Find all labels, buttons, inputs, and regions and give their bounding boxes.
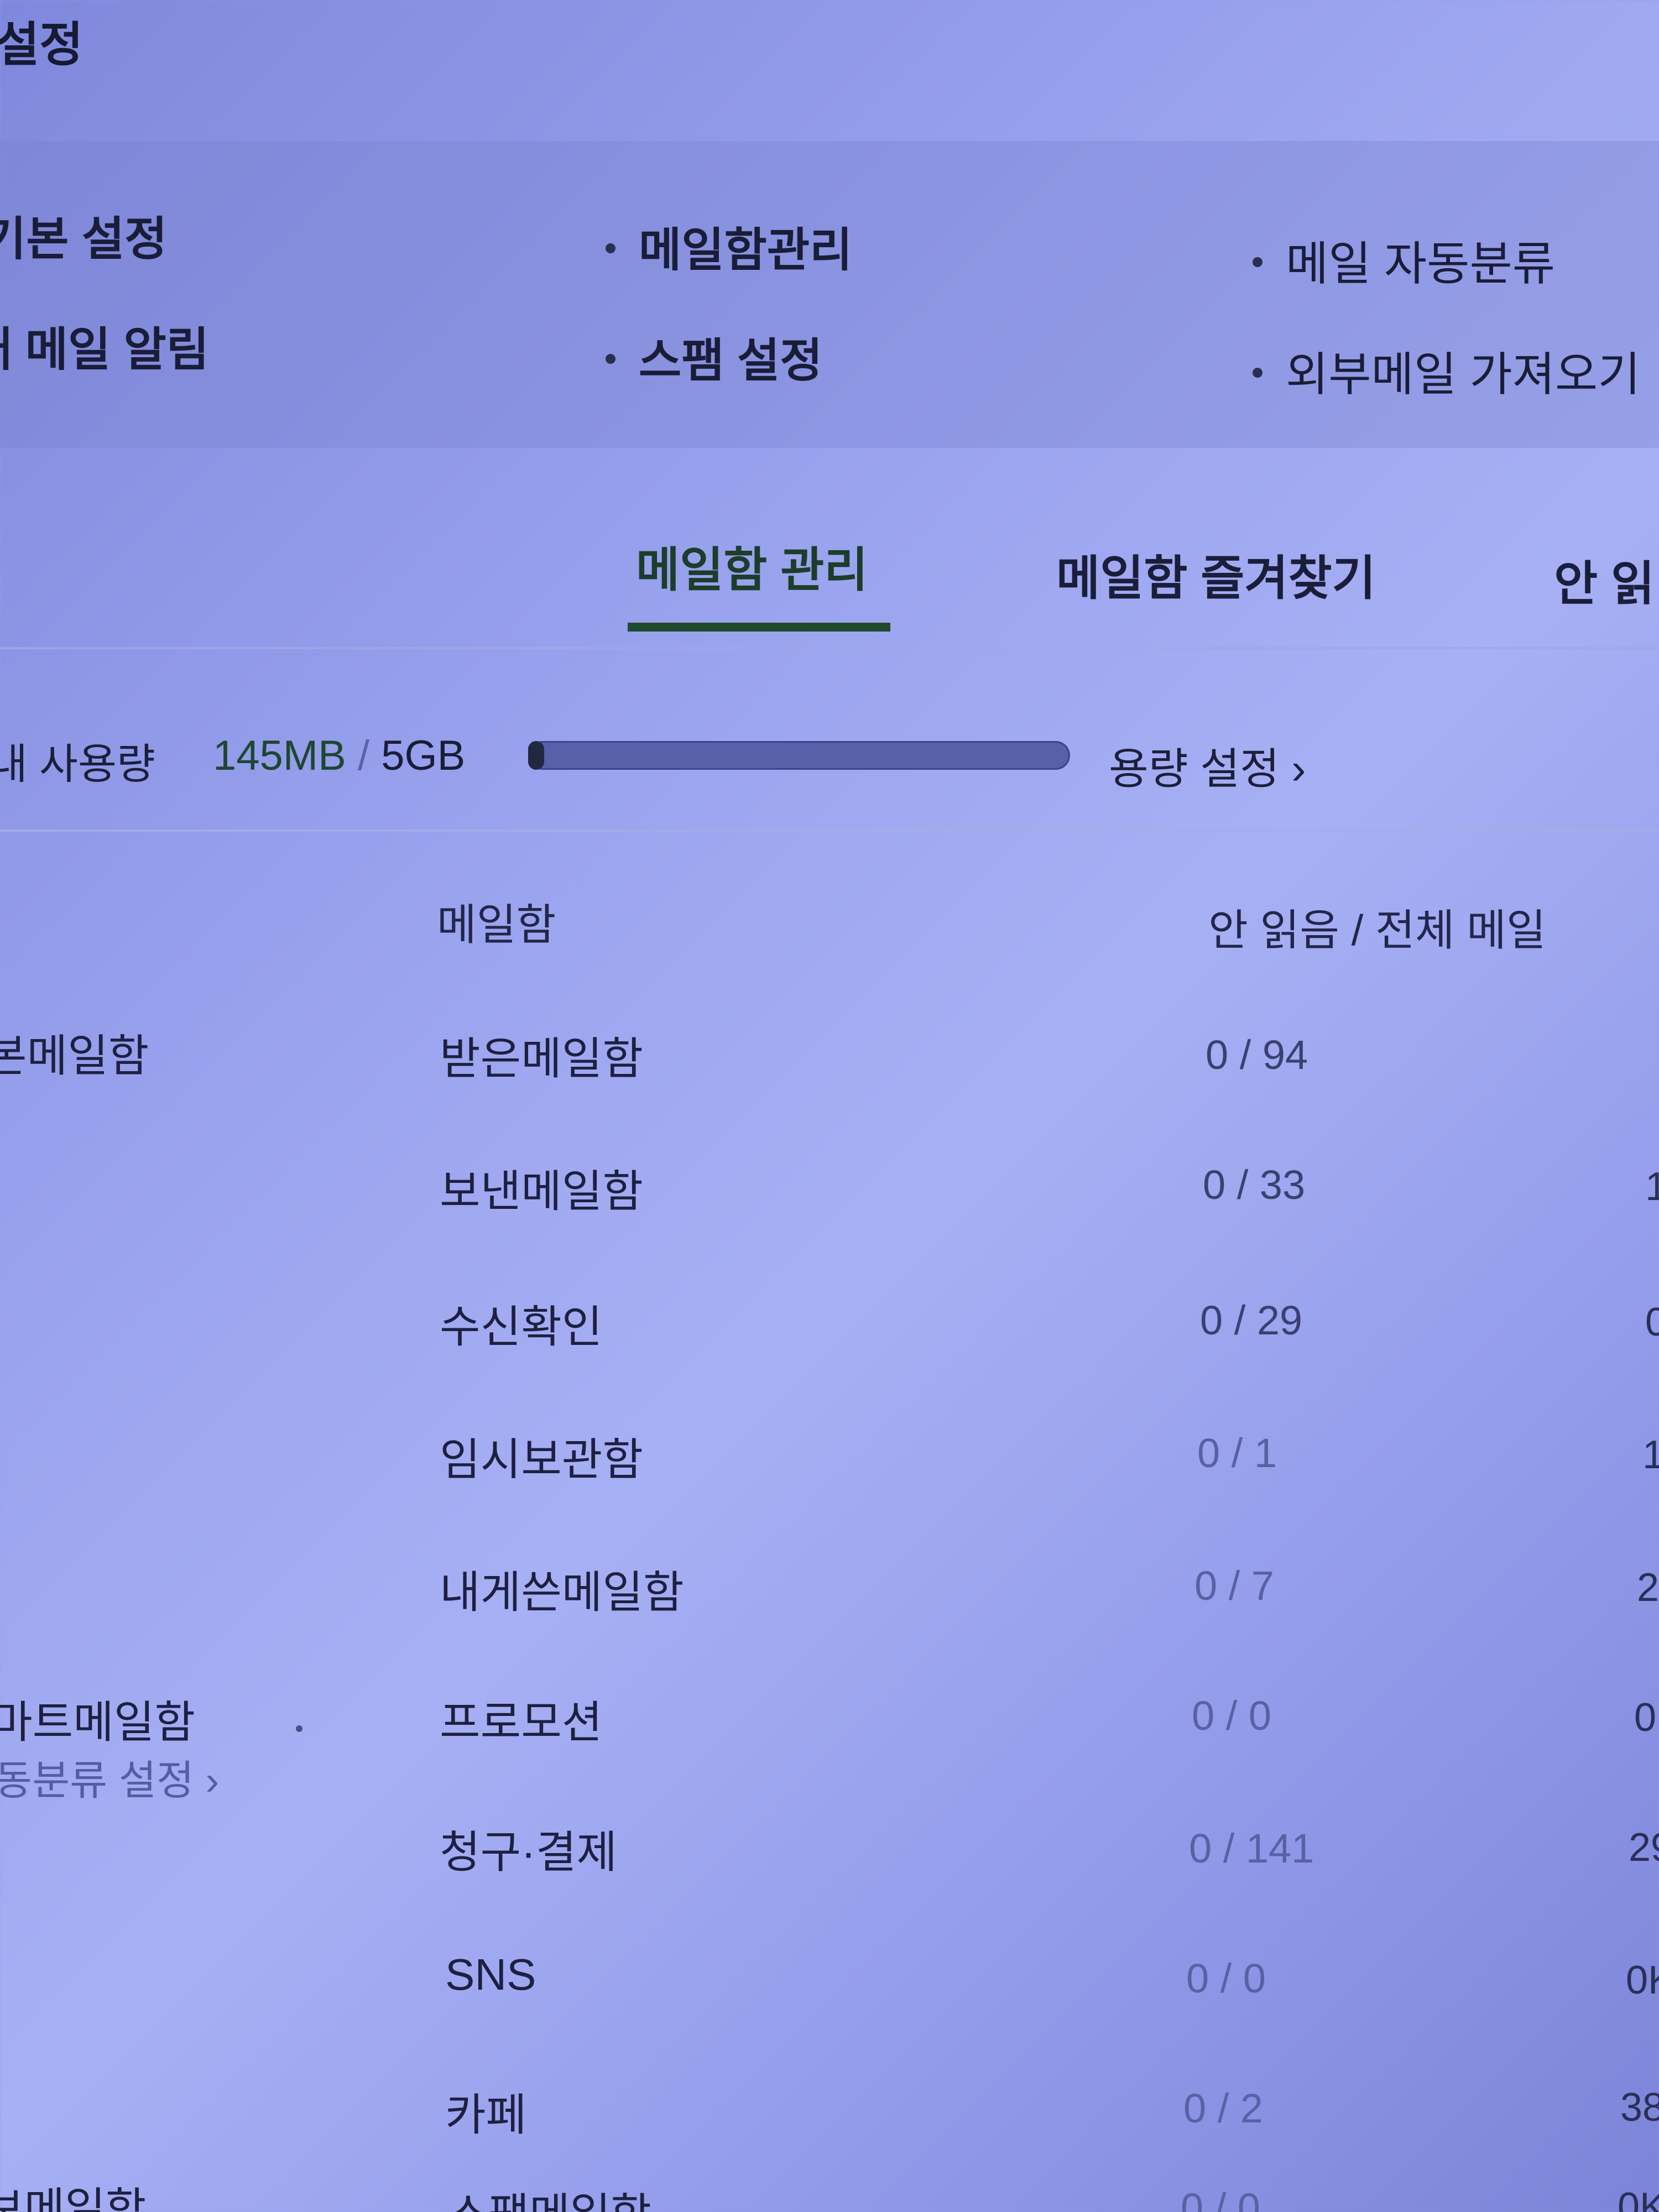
column-header-count: 안 읽음 / 전체 메일 — [1208, 906, 1546, 954]
size-sns: 0K — [1626, 1958, 1659, 2002]
count-sns: 0 / 0 — [1186, 1955, 1266, 2001]
tab-mailbox-management[interactable]: 메일함 관리 — [636, 531, 868, 600]
count-read-receipt: 0 / 29 — [1200, 1297, 1303, 1343]
folder-promotion[interactable]: 프로모션 — [440, 1687, 602, 1751]
size-spam: 0K — [1618, 2185, 1659, 2212]
menu-external-mail[interactable]: 외부메일 가져오기 — [1253, 337, 1641, 404]
bullet-icon — [1253, 367, 1262, 378]
group-basic-mailbox: 본메일함 — [0, 1031, 149, 1081]
menu-external-mail-label: 외부메일 가져오기 — [1286, 348, 1641, 400]
usage-progress-bar — [528, 741, 1070, 770]
count-promotion: 0 / 0 — [1192, 1693, 1271, 1739]
count-sent: 0 / 33 — [1203, 1162, 1306, 1208]
folder-inbox[interactable]: 받은메일함 — [440, 1023, 643, 1087]
active-tab-indicator — [628, 623, 890, 632]
section-divider — [0, 830, 1659, 832]
screen-speck — [296, 1725, 302, 1732]
auto-classify-settings-link[interactable]: 동분류 설정 › — [0, 1747, 219, 1807]
page-title: 설정 — [0, 18, 84, 71]
menu-spam-settings-label: 스팸 설정 — [639, 335, 823, 387]
bullet-icon — [606, 243, 615, 253]
size-billing: 29 — [1629, 1825, 1659, 1870]
folder-billing[interactable]: 청구·결제 — [440, 1817, 617, 1881]
size-read-receipt: 0 — [1645, 1300, 1659, 1344]
size-cafe: 38 — [1620, 2085, 1659, 2130]
folder-sns[interactable]: SNS — [445, 1949, 536, 2000]
folder-to-myself[interactable]: 내게쓴메일함 — [440, 1557, 684, 1621]
menu-new-mail-alert[interactable]: 새 메일 알림 — [0, 312, 209, 379]
usage-total: 5GB — [381, 732, 466, 779]
usage-value: 145MB / 5GB — [213, 732, 465, 780]
folder-cafe[interactable]: 카페 — [445, 2079, 526, 2143]
tab-divider — [0, 647, 1659, 649]
size-promotion: 0 — [1634, 1695, 1657, 1740]
count-inbox: 0 / 94 — [1206, 1032, 1308, 1078]
size-to-myself: 2 — [1637, 1566, 1659, 1610]
usage-used: 145MB — [213, 732, 346, 779]
column-header-folder: 메일함 — [437, 900, 556, 949]
folder-read-receipt[interactable]: 수신확인 — [440, 1291, 602, 1355]
folder-sent[interactable]: 보낸메일함 — [440, 1156, 643, 1220]
size-sent: 1 — [1645, 1165, 1659, 1209]
capacity-settings-link[interactable]: 용량 설정 › — [1109, 734, 1306, 796]
usage-progress-fill — [528, 741, 545, 770]
bullet-icon — [606, 353, 615, 364]
menu-new-mail-alert-label: 새 메일 알림 — [0, 324, 210, 375]
count-cafe: 0 / 2 — [1183, 2085, 1263, 2131]
menu-auto-classify[interactable]: 메일 자동분류 — [1253, 227, 1555, 294]
usage-label: 내 사용량 — [0, 741, 155, 788]
bullet-icon — [1253, 257, 1262, 267]
folder-drafts[interactable]: 임시보관함 — [440, 1424, 643, 1488]
count-billing: 0 / 141 — [1189, 1825, 1314, 1871]
count-spam: 0 / 0 — [1181, 2185, 1260, 2212]
menu-auto-classify-label: 메일 자동분류 — [1286, 238, 1556, 290]
menu-basic-settings-label: 기본 설정 — [0, 213, 168, 265]
group-smart-mailbox: 마트메일함 — [0, 1698, 195, 1747]
tab-unread[interactable]: 안 읽 — [1554, 545, 1655, 614]
menu-basic-settings[interactable]: 기본 설정 — [0, 202, 167, 269]
tab-mailbox-favorites[interactable]: 메일함 즐겨찾기 — [1056, 539, 1376, 608]
count-to-myself: 0 / 7 — [1194, 1563, 1274, 1609]
size-drafts: 1 — [1642, 1433, 1659, 1477]
menu-mailbox-management[interactable]: 메일함관리 — [606, 213, 852, 280]
count-drafts: 0 / 1 — [1197, 1430, 1277, 1476]
usage-separator: / — [357, 732, 370, 779]
menu-spam-settings[interactable]: 스팸 설정 — [606, 324, 822, 390]
group-bottom-mailbox: 보메일함 — [0, 2184, 147, 2212]
folder-spam[interactable]: 스팸메일함 — [448, 2179, 651, 2212]
menu-mailbox-management-label: 메일함관리 — [639, 224, 853, 276]
